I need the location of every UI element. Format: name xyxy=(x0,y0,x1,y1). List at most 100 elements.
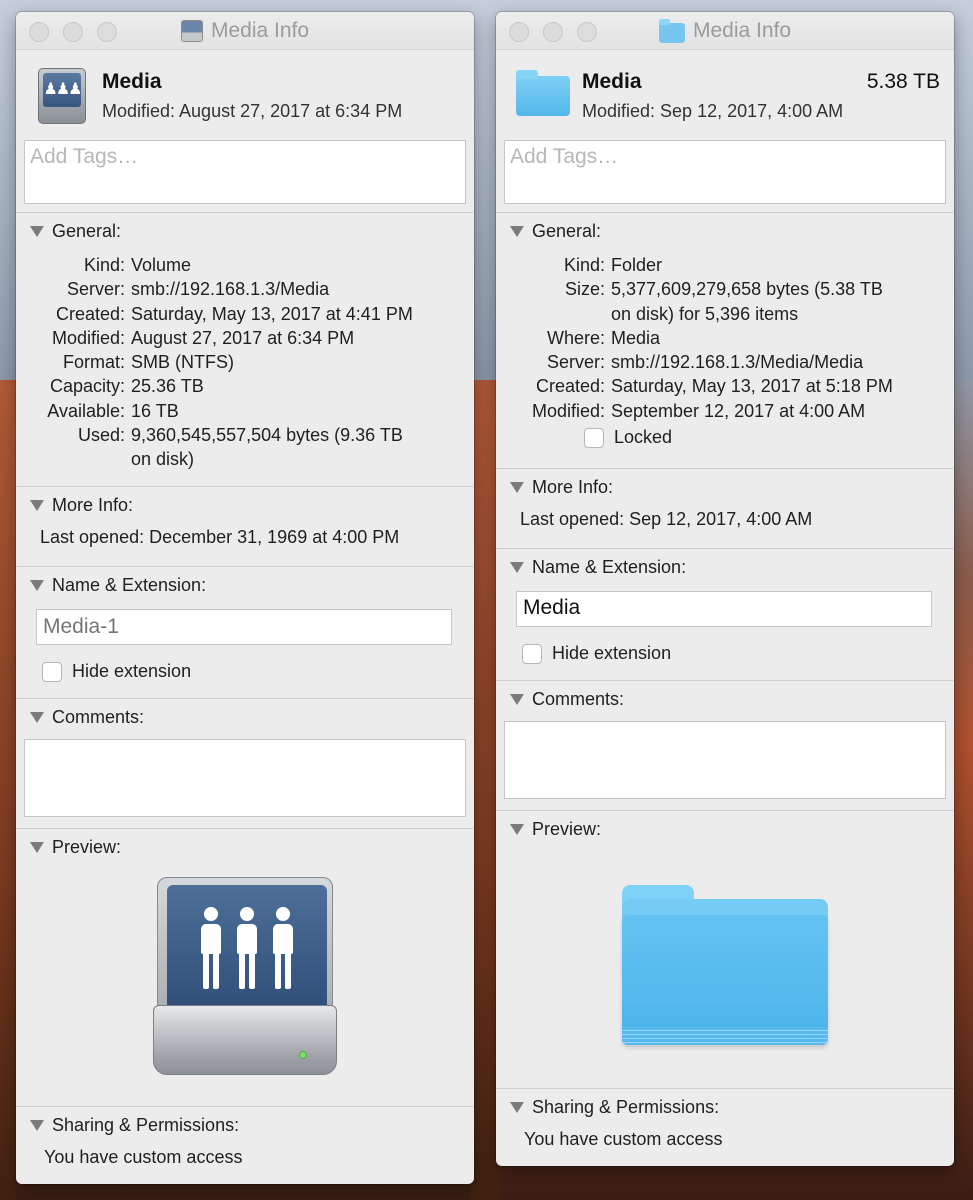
last-opened-value: December 31, 1969 at 4:00 PM xyxy=(149,527,400,547)
section-name-extension-header[interactable]: Name & Extension: xyxy=(16,567,474,603)
window-title: Media Info xyxy=(496,12,954,50)
where-label: Where: xyxy=(546,327,605,348)
size-value-cont: on disk) for 5,396 items xyxy=(611,303,799,324)
locked-label: Locked xyxy=(614,427,673,448)
disclosure-triangle-icon[interactable] xyxy=(30,579,44,591)
disclosure-triangle-icon[interactable] xyxy=(510,561,524,573)
section-title: Sharing & Permissions: xyxy=(532,1096,720,1117)
section-more-info-header[interactable]: More Info: xyxy=(496,469,954,505)
disclosure-triangle-icon[interactable] xyxy=(510,225,524,237)
section-title: Comments: xyxy=(52,706,145,727)
disclosure-triangle-icon[interactable] xyxy=(30,499,44,511)
locked-checkbox[interactable] xyxy=(584,427,604,448)
where-value: Media xyxy=(611,327,661,348)
section-preview-header[interactable]: Preview: xyxy=(16,829,474,865)
section-comments-header[interactable]: Comments: xyxy=(496,681,954,717)
disclosure-triangle-icon[interactable] xyxy=(510,693,524,705)
last-opened-row: Last opened: December 31, 1969 at 4:00 P… xyxy=(16,523,474,548)
folder-icon xyxy=(658,18,685,43)
available-value: 16 TB xyxy=(131,400,179,421)
section-general: General: Kind: Volume Server: smb://192.16… xyxy=(16,213,474,487)
section-sharing-header[interactable]: Sharing & Permissions: xyxy=(496,1089,954,1125)
info-window-volume: Media Info ♟♟♟ Media Modified: August 27… xyxy=(16,12,474,1184)
modified-label: Modified: xyxy=(531,400,605,421)
disclosure-triangle-icon[interactable] xyxy=(30,711,44,723)
hide-extension-label: Hide extension xyxy=(72,661,192,681)
general-rows: Kind: Volume Server: smb://192.168.1.3/Med… xyxy=(16,249,474,472)
window-title-text: Media Info xyxy=(692,19,792,42)
disclosure-triangle-icon[interactable] xyxy=(510,823,524,835)
folder-icon xyxy=(516,68,570,116)
item-name: Media xyxy=(102,70,162,93)
section-sharing: Sharing & Permissions: You have custom a… xyxy=(16,1107,474,1184)
disclosure-triangle-icon[interactable] xyxy=(30,841,44,853)
disclosure-triangle-icon[interactable] xyxy=(510,1101,524,1113)
section-more-info: More Info: Last opened: Sep 12, 2017, 4:… xyxy=(496,469,954,549)
used-label: Used: xyxy=(77,425,125,446)
used-value-cont: on disk) xyxy=(131,449,195,470)
available-label: Available: xyxy=(47,400,125,421)
size-value: 5,377,609,279,658 bytes (5.38 TB xyxy=(611,279,883,300)
section-more-info: More Info: Last opened: December 31, 196… xyxy=(16,487,474,567)
modified-label: Modified: xyxy=(51,327,125,348)
size-label: Size: xyxy=(564,279,605,300)
name-field[interactable] xyxy=(36,609,452,645)
tags-field[interactable]: Add Tags… xyxy=(24,140,466,204)
section-title: General: xyxy=(532,220,602,241)
comments-field[interactable] xyxy=(504,721,946,799)
network-drive-icon xyxy=(153,877,337,1077)
modified-value: September 12, 2017 at 4:00 AM xyxy=(611,400,866,421)
section-general-header[interactable]: General: xyxy=(496,213,954,249)
capacity-label: Capacity: xyxy=(49,376,125,397)
folder-icon xyxy=(622,885,828,1045)
kind-value: Folder xyxy=(611,255,663,275)
section-title: Sharing & Permissions: xyxy=(52,1114,240,1135)
disclosure-triangle-icon[interactable] xyxy=(30,1119,44,1131)
section-preview: Preview: xyxy=(496,811,954,1089)
info-header: Media 5.38 TB Modified: Sep 12, 2017, 4:… xyxy=(496,50,954,140)
comments-field[interactable] xyxy=(24,739,466,817)
capacity-value: 25.36 TB xyxy=(131,376,204,397)
created-label: Created: xyxy=(535,376,605,397)
section-preview-header[interactable]: Preview: xyxy=(496,811,954,847)
section-title: Comments: xyxy=(532,688,625,709)
network-drive-icon: ♟♟♟ xyxy=(38,68,86,124)
section-title: More Info: xyxy=(52,494,134,515)
section-general: General: Kind: Folder Size: 5,377,609,279,… xyxy=(496,213,954,469)
kind-label: Kind: xyxy=(563,255,605,275)
info-header: ♟♟♟ Media Modified: August 27, 2017 at 6… xyxy=(16,50,474,140)
modified-line: Modified: August 27, 2017 at 6:34 PM xyxy=(102,101,403,121)
info-window-folder: Media Info Media 5.38 TB Modified: Sep 1… xyxy=(496,12,954,1166)
sharing-text: You have custom access xyxy=(524,1129,723,1149)
section-name-extension-header[interactable]: Name & Extension: xyxy=(496,549,954,585)
format-label: Format: xyxy=(62,352,125,373)
section-sharing-header[interactable]: Sharing & Permissions: xyxy=(16,1107,474,1143)
sharing-text: You have custom access xyxy=(44,1147,243,1167)
network-drive-icon xyxy=(180,20,203,42)
server-value: smb://192.168.1.3/Media/Media xyxy=(611,352,864,373)
general-rows: Kind: Folder Size: 5,377,609,279,658 bytes… xyxy=(496,249,954,448)
last-opened-label: Last opened: xyxy=(520,509,625,529)
titlebar[interactable]: Media Info xyxy=(16,12,474,50)
name-field[interactable]: Media xyxy=(516,591,932,627)
titlebar[interactable]: Media Info xyxy=(496,12,954,50)
hide-extension-label: Hide extension xyxy=(552,643,672,663)
item-name: Media xyxy=(582,70,642,93)
section-name-extension: Name & Extension: Media Hide extension xyxy=(496,549,954,681)
section-title: General: xyxy=(52,220,122,241)
created-value: Saturday, May 13, 2017 at 5:18 PM xyxy=(611,376,893,397)
last-opened-row: Last opened: Sep 12, 2017, 4:00 AM xyxy=(496,505,954,530)
item-size: 5.38 TB xyxy=(866,70,940,93)
section-general-header[interactable]: General: xyxy=(16,213,474,249)
tags-field[interactable]: Add Tags… xyxy=(504,140,946,204)
section-comments-header[interactable]: Comments: xyxy=(16,699,474,735)
hide-extension-checkbox[interactable] xyxy=(42,661,62,682)
section-title: More Info: xyxy=(532,476,614,497)
disclosure-triangle-icon[interactable] xyxy=(30,225,44,237)
hide-extension-checkbox[interactable] xyxy=(522,643,542,664)
section-more-info-header[interactable]: More Info: xyxy=(16,487,474,523)
status-led xyxy=(299,1051,307,1059)
server-label: Server: xyxy=(546,352,605,373)
disclosure-triangle-icon[interactable] xyxy=(510,481,524,493)
modified-line: Modified: Sep 12, 2017, 4:00 AM xyxy=(582,101,844,121)
